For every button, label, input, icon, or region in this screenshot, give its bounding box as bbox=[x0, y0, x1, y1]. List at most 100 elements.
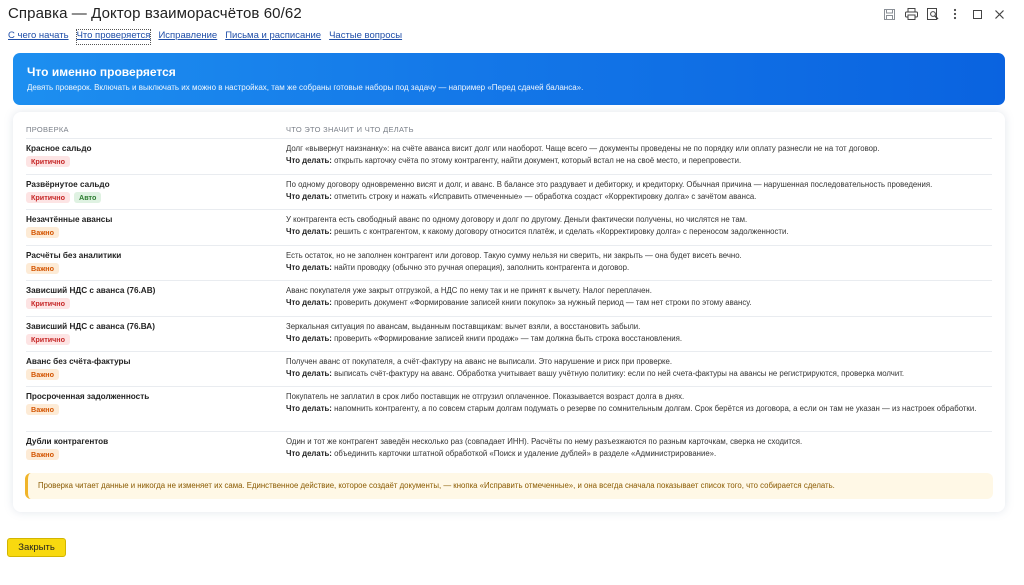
check-todo: Что делать: найти проводку (обычно это р… bbox=[286, 262, 986, 274]
check-description: Зеркальная ситуация по авансам, выданным… bbox=[286, 322, 641, 331]
tab-fixing[interactable]: Исправление bbox=[158, 30, 217, 44]
check-todo: Что делать: проверить «Формирование запи… bbox=[286, 333, 986, 345]
badge-group: Важно bbox=[26, 263, 276, 274]
preview-icon[interactable] bbox=[922, 6, 944, 22]
check-name: Просроченная задолженность bbox=[26, 392, 150, 401]
meaning-cell: Покупатель не заплатил в срок либо поста… bbox=[286, 391, 986, 415]
meaning-cell: Один и тот же контрагент заведён несколь… bbox=[286, 436, 986, 460]
check-cell: Расчёты без аналитики Важно bbox=[26, 250, 276, 274]
todo-text: напомнить контрагенту, а по совсем стары… bbox=[334, 404, 977, 413]
check-description: Долг «вывернут наизнанку»: на счёте аван… bbox=[286, 144, 880, 153]
maximize-icon[interactable] bbox=[966, 6, 988, 22]
status-badge: Критично bbox=[26, 156, 71, 167]
badge-group: Важно bbox=[26, 404, 276, 415]
checks-card: ПРОВЕРКА ЧТО ЭТО ЗНАЧИТ И ЧТО ДЕЛАТЬ Кра… bbox=[13, 112, 1005, 512]
status-badge: Важно bbox=[26, 449, 60, 460]
check-description: Есть остаток, но не заполнен контрагент … bbox=[286, 251, 742, 260]
banner-subtitle: Девять проверок. Включать и выключать их… bbox=[27, 83, 584, 92]
table-row: Зависший НДС с аванса (76.ВА) Критично Зер… bbox=[26, 316, 992, 351]
check-todo: Что делать: отметить строку и нажать «Ис… bbox=[286, 191, 986, 203]
status-badge: Важно bbox=[26, 263, 60, 274]
table-header: ПРОВЕРКА ЧТО ЭТО ЗНАЧИТ И ЧТО ДЕЛАТЬ bbox=[26, 125, 992, 139]
status-badge: Критично bbox=[26, 298, 71, 309]
help-tabs: С чего начать Что проверяется Исправлени… bbox=[8, 29, 402, 45]
todo-label: Что делать: bbox=[286, 227, 332, 236]
todo-text: решить с контрагентом, к какому договору… bbox=[334, 227, 789, 236]
todo-text: найти проводку (обычно это ручная операц… bbox=[334, 263, 630, 272]
table-row: Аванс без счёта-фактуры Важно Получен аван… bbox=[26, 351, 992, 386]
header-meaning: ЧТО ЭТО ЗНАЧИТ И ЧТО ДЕЛАТЬ bbox=[286, 125, 414, 134]
title-bar: Справка — Доктор взаиморасчётов 60/62 bbox=[0, 0, 1024, 28]
check-name: Красное сальдо bbox=[26, 144, 92, 153]
todo-text: открыть карточку счёта по этому контраге… bbox=[334, 156, 742, 165]
close-button[interactable]: Закрыть bbox=[7, 538, 66, 557]
check-name: Расчёты без аналитики bbox=[26, 251, 122, 260]
check-description: Аванс покупателя уже закрыт отгрузкой, а… bbox=[286, 286, 652, 295]
banner-title: Что именно проверяется bbox=[27, 65, 176, 79]
check-name: Незачтённые авансы bbox=[26, 215, 113, 224]
check-name: Дубли контрагентов bbox=[26, 437, 109, 446]
check-cell: Аванс без счёта-фактуры Важно bbox=[26, 356, 276, 380]
check-description: Получен аванс от покупателя, а счёт-факт… bbox=[286, 357, 673, 366]
badge-group: Важно bbox=[26, 369, 276, 380]
status-badge: Критично bbox=[26, 334, 71, 345]
check-todo: Что делать: напомнить контрагенту, а по … bbox=[286, 403, 986, 415]
check-cell: Зависший НДС с аванса (76.ВА) Критично bbox=[26, 321, 276, 345]
todo-label: Что делать: bbox=[286, 404, 332, 413]
todo-label: Что делать: bbox=[286, 334, 332, 343]
todo-text: отметить строку и нажать «Исправить отме… bbox=[334, 192, 757, 201]
meaning-cell: Получен аванс от покупателя, а счёт-факт… bbox=[286, 356, 986, 380]
tab-faq[interactable]: Частые вопросы bbox=[329, 30, 402, 44]
section-banner: Что именно проверяется Девять проверок. … bbox=[13, 53, 1005, 105]
check-description: У контрагента есть свободный аванс по од… bbox=[286, 215, 748, 224]
check-cell: Незачтённые авансы Важно bbox=[26, 214, 276, 238]
badge-group: Важно bbox=[26, 449, 276, 460]
todo-text: проверить «Формирование записей книги пр… bbox=[334, 334, 682, 343]
check-cell: Развёрнутое сальдо Критично Авто bbox=[26, 179, 276, 203]
info-note: Проверка читает данные и никогда не изме… bbox=[25, 473, 993, 499]
tab-getting-started[interactable]: С чего начать bbox=[8, 30, 69, 44]
meaning-cell: По одному договору одновременно висят и … bbox=[286, 179, 986, 203]
badge-group: Критично bbox=[26, 298, 276, 309]
check-cell: Красное сальдо Критично bbox=[26, 143, 276, 167]
todo-label: Что делать: bbox=[286, 263, 332, 272]
check-cell: Просроченная задолженность Важно bbox=[26, 391, 276, 415]
table-row: Дубли контрагентов Важно Один и тот же кон… bbox=[26, 431, 992, 466]
tab-what-is-checked[interactable]: Что проверяется bbox=[75, 29, 152, 45]
window-toolbar bbox=[878, 6, 1010, 22]
check-cell: Зависший НДС с аванса (76.АВ) Критично bbox=[26, 285, 276, 309]
check-description: Покупатель не заплатил в срок либо поста… bbox=[286, 392, 685, 401]
header-check: ПРОВЕРКА bbox=[26, 125, 69, 134]
todo-text: выписать счёт-фактуру на аванс. Обработк… bbox=[334, 369, 905, 378]
meaning-cell: Есть остаток, но не заполнен контрагент … bbox=[286, 250, 986, 274]
table-row: Развёрнутое сальдо Критично Авто По одному … bbox=[26, 174, 992, 209]
check-name: Зависший НДС с аванса (76.ВА) bbox=[26, 322, 155, 331]
todo-label: Что делать: bbox=[286, 298, 332, 307]
tab-letters-schedule[interactable]: Письма и расписание bbox=[225, 30, 321, 44]
meaning-cell: Зеркальная ситуация по авансам, выданным… bbox=[286, 321, 986, 345]
badge-group: Критично bbox=[26, 334, 276, 345]
meaning-cell: Долг «вывернут наизнанку»: на счёте аван… bbox=[286, 143, 986, 167]
check-name: Зависший НДС с аванса (76.АВ) bbox=[26, 286, 156, 295]
meaning-cell: У контрагента есть свободный аванс по од… bbox=[286, 214, 986, 238]
table-row: Просроченная задолженность Важно Покупател… bbox=[26, 386, 992, 431]
todo-text: проверить документ «Формирование записей… bbox=[334, 298, 752, 307]
close-icon[interactable] bbox=[988, 6, 1010, 22]
table-row: Красное сальдо Критично Долг «вывернут наи… bbox=[26, 138, 992, 174]
check-todo: Что делать: решить с контрагентом, к как… bbox=[286, 226, 986, 238]
todo-text: объединить карточки штатной обработкой «… bbox=[334, 449, 717, 458]
save-icon[interactable] bbox=[878, 6, 900, 22]
checks-table: Красное сальдо Критично Долг «вывернут наи… bbox=[26, 138, 992, 466]
check-cell: Дубли контрагентов Важно bbox=[26, 436, 276, 460]
print-icon[interactable] bbox=[900, 6, 922, 22]
status-badge: Важно bbox=[26, 227, 60, 238]
todo-label: Что делать: bbox=[286, 156, 332, 165]
status-badge: Критично bbox=[26, 192, 71, 203]
table-row: Незачтённые авансы Важно У контрагента ест… bbox=[26, 209, 992, 245]
check-todo: Что делать: проверить документ «Формиров… bbox=[286, 297, 986, 309]
meaning-cell: Аванс покупателя уже закрыт отгрузкой, а… bbox=[286, 285, 986, 309]
badge-group: Критично Авто bbox=[26, 192, 276, 203]
more-icon[interactable] bbox=[944, 6, 966, 22]
todo-label: Что делать: bbox=[286, 449, 332, 458]
badge-group: Критично bbox=[26, 156, 276, 167]
